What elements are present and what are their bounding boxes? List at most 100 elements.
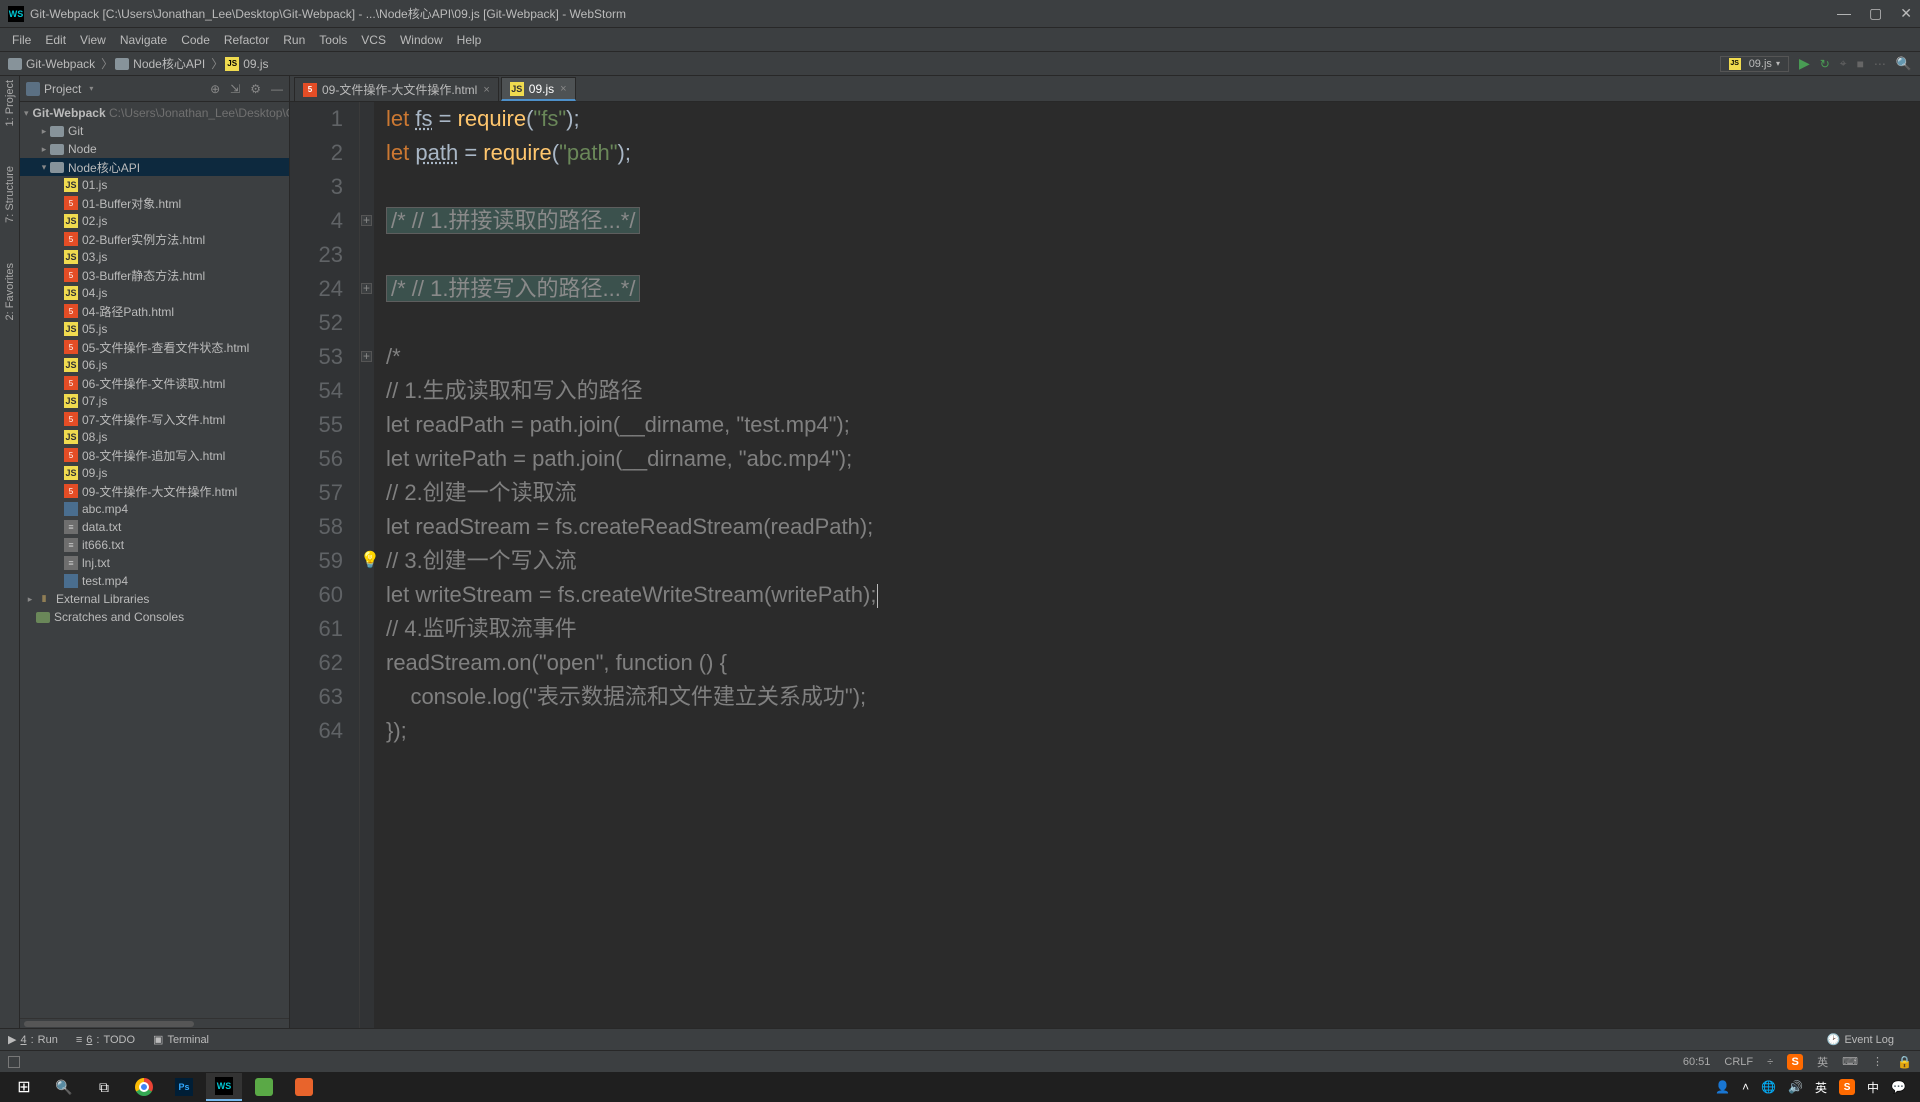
- editor-tab[interactable]: 509-文件操作-大文件操作.html×: [294, 77, 499, 101]
- tree-node[interactable]: JS08.js: [20, 428, 289, 446]
- tree-node[interactable]: JS07.js: [20, 392, 289, 410]
- tree-node[interactable]: 502-Buffer实例方法.html: [20, 230, 289, 248]
- people-icon[interactable]: 👤: [1715, 1080, 1730, 1094]
- toolwindows-toggle[interactable]: [8, 1056, 20, 1068]
- tree-node[interactable]: ⫴External Libraries: [20, 590, 289, 608]
- tree-node[interactable]: JS06.js: [20, 356, 289, 374]
- stop-button[interactable]: ■: [1857, 57, 1864, 71]
- tree-node[interactable]: 509-文件操作-大文件操作.html: [20, 482, 289, 500]
- menu-view[interactable]: View: [74, 31, 112, 49]
- tree-node-selected[interactable]: Node核心API: [20, 158, 289, 176]
- camtasia-taskbar[interactable]: [246, 1073, 282, 1101]
- tree-node[interactable]: ≡data.txt: [20, 518, 289, 536]
- minimize-button[interactable]: —: [1837, 5, 1851, 22]
- ime-tool-icon[interactable]: ⌨: [1842, 1055, 1858, 1068]
- project-panel-title[interactable]: Project ▾: [26, 82, 93, 96]
- menu-edit[interactable]: Edit: [39, 31, 72, 49]
- ime-lang[interactable]: 英: [1815, 1079, 1827, 1096]
- project-tree[interactable]: Git-Webpack C:\Users\Jonathan_Lee\Deskto…: [20, 102, 289, 1018]
- maximize-button[interactable]: ▢: [1869, 5, 1882, 22]
- tree-node[interactable]: JS04.js: [20, 284, 289, 302]
- fold-toggle[interactable]: +: [361, 283, 372, 294]
- tree-node[interactable]: 504-路径Path.html: [20, 302, 289, 320]
- tree-h-scrollbar[interactable]: [20, 1018, 289, 1028]
- ime-bullets-icon[interactable]: ⋮: [1872, 1055, 1883, 1068]
- close-button[interactable]: ✕: [1900, 5, 1912, 22]
- line-ending[interactable]: CRLF: [1724, 1056, 1753, 1068]
- menu-help[interactable]: Help: [451, 31, 488, 49]
- menu-tools[interactable]: Tools: [313, 31, 353, 49]
- search-button[interactable]: 🔍: [1896, 56, 1912, 72]
- tree-node[interactable]: 506-文件操作-文件读取.html: [20, 374, 289, 392]
- breadcrumb-folder[interactable]: Node核心API: [115, 55, 205, 72]
- tab-close-icon[interactable]: ×: [483, 84, 489, 96]
- eventlog-button[interactable]: 🕑Event Log: [1827, 1033, 1894, 1046]
- hide-panel-button[interactable]: —: [271, 82, 283, 96]
- debug-button[interactable]: ⌖: [1840, 56, 1847, 71]
- volume-icon[interactable]: 🔊: [1788, 1080, 1803, 1094]
- recorder-taskbar[interactable]: [286, 1073, 322, 1101]
- tree-node[interactable]: 501-Buffer对象.html: [20, 194, 289, 212]
- code[interactable]: let fs = require("fs");let path = requir…: [374, 102, 1920, 1028]
- menu-run[interactable]: Run: [277, 31, 311, 49]
- tree-node[interactable]: 503-Buffer静态方法.html: [20, 266, 289, 284]
- tree-node[interactable]: 508-文件操作-追加写入.html: [20, 446, 289, 464]
- tray-chevron-icon[interactable]: ˄: [1742, 1080, 1749, 1094]
- webstorm-taskbar[interactable]: WS: [206, 1073, 242, 1101]
- menu-window[interactable]: Window: [394, 31, 449, 49]
- tree-node[interactable]: ≡it666.txt: [20, 536, 289, 554]
- run-toolwindow-button[interactable]: ▶4: Run: [8, 1033, 58, 1046]
- rerun-button[interactable]: ↻: [1820, 57, 1830, 71]
- intention-bulb-icon[interactable]: 💡: [360, 544, 380, 578]
- ime-mode[interactable]: 英: [1817, 1054, 1828, 1070]
- menu-code[interactable]: Code: [175, 31, 216, 49]
- notifications-icon[interactable]: 💬: [1891, 1080, 1906, 1094]
- expand-icon[interactable]: ⇲: [230, 82, 240, 96]
- tree-node[interactable]: abc.mp4: [20, 500, 289, 518]
- tree-node[interactable]: JS05.js: [20, 320, 289, 338]
- fold-toggle[interactable]: +: [361, 215, 372, 226]
- tree-node[interactable]: 507-文件操作-写入文件.html: [20, 410, 289, 428]
- todo-toolwindow-button[interactable]: ≡6: TODO: [76, 1034, 135, 1046]
- breadcrumb-file[interactable]: JS09.js: [225, 57, 268, 71]
- tree-node[interactable]: ≡lnj.txt: [20, 554, 289, 572]
- tree-node[interactable]: Node: [20, 140, 289, 158]
- taskview-button[interactable]: ⧉: [86, 1073, 122, 1101]
- tree-node[interactable]: test.mp4: [20, 572, 289, 590]
- tree-node[interactable]: JS01.js: [20, 176, 289, 194]
- tab-project[interactable]: 1: Project: [4, 80, 16, 126]
- network-icon[interactable]: 🌐: [1761, 1080, 1776, 1094]
- editor[interactable]: 1234232452535455565758596061626364 +++ l…: [290, 102, 1920, 1028]
- menu-vcs[interactable]: VCS: [355, 31, 392, 49]
- tab-structure[interactable]: 7: Structure: [4, 166, 16, 223]
- search-button[interactable]: 🔍: [46, 1073, 82, 1101]
- tree-node[interactable]: Scratches and Consoles: [20, 608, 289, 626]
- start-button[interactable]: ⊞: [6, 1073, 42, 1101]
- tree-node[interactable]: JS03.js: [20, 248, 289, 266]
- gear-icon[interactable]: ⚙: [250, 82, 261, 96]
- tree-node[interactable]: Git: [20, 122, 289, 140]
- breadcrumb-root[interactable]: Git-Webpack: [8, 57, 95, 71]
- menu-navigate[interactable]: Navigate: [114, 31, 173, 49]
- more-button[interactable]: ⋯: [1874, 57, 1886, 71]
- tree-node[interactable]: 505-文件操作-查看文件状态.html: [20, 338, 289, 356]
- statusbar: 60:51 CRLF ÷ S 英 ⌨ ⋮ 🔒: [0, 1050, 1920, 1072]
- tab-favorites[interactable]: 2: Favorites: [4, 263, 16, 320]
- menu-refactor[interactable]: Refactor: [218, 31, 275, 49]
- tree-node[interactable]: JS02.js: [20, 212, 289, 230]
- menu-file[interactable]: File: [6, 31, 37, 49]
- fold-toggle[interactable]: +: [361, 351, 372, 362]
- sogou-tray-icon[interactable]: S: [1839, 1079, 1855, 1095]
- locate-icon[interactable]: ⊕: [210, 82, 220, 96]
- tree-node[interactable]: Git-Webpack C:\Users\Jonathan_Lee\Deskto…: [20, 104, 289, 122]
- editor-tab[interactable]: JS09.js×: [501, 77, 576, 101]
- sogou-ime-icon[interactable]: S: [1787, 1054, 1803, 1070]
- tab-close-icon[interactable]: ×: [560, 83, 566, 95]
- run-config-select[interactable]: JS 09.js ▾: [1720, 56, 1789, 72]
- run-button[interactable]: ▶: [1799, 55, 1810, 72]
- ime-lang2[interactable]: 中: [1867, 1079, 1879, 1096]
- photoshop-taskbar[interactable]: Ps: [166, 1073, 202, 1101]
- terminal-toolwindow-button[interactable]: ▣Terminal: [153, 1033, 209, 1046]
- tree-node[interactable]: JS09.js: [20, 464, 289, 482]
- chrome-taskbar[interactable]: [126, 1073, 162, 1101]
